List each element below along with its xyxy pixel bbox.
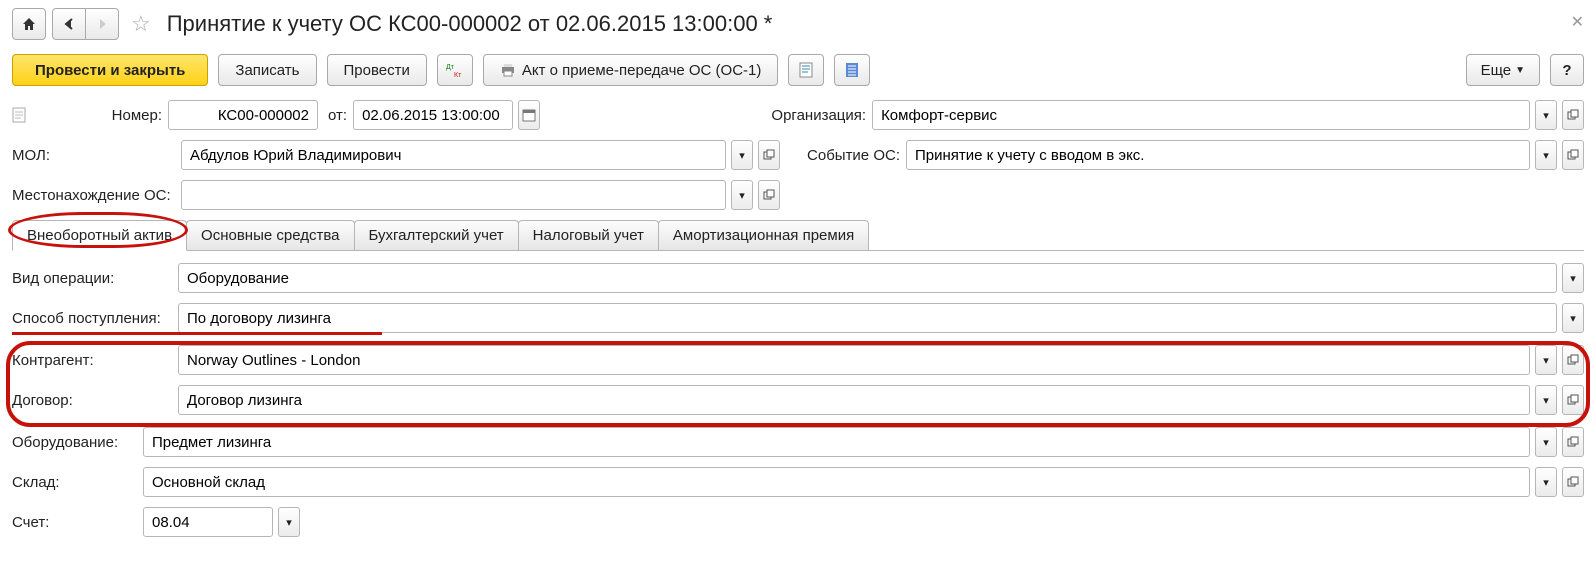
receipt-label: Способ поступления: xyxy=(12,310,172,327)
mol-open-icon[interactable] xyxy=(758,140,780,170)
account-label: Счет: xyxy=(12,514,137,531)
post-button[interactable]: Провести xyxy=(327,54,427,86)
tab-tax[interactable]: Налоговый учет xyxy=(518,220,659,250)
close-icon[interactable]: ✕ xyxy=(1571,12,1584,32)
post-and-close-button[interactable]: Провести и закрыть xyxy=(12,54,208,86)
tab-noncurrent-asset[interactable]: Внеоборотный актив xyxy=(12,220,187,251)
contract-label: Договор: xyxy=(12,392,172,409)
number-label: Номер: xyxy=(32,107,162,124)
store-dropdown-icon[interactable]: ▾ xyxy=(1535,467,1557,497)
org-label: Организация: xyxy=(546,107,866,124)
home-button[interactable] xyxy=(12,8,46,40)
org-input[interactable] xyxy=(872,100,1530,130)
list-icon-button[interactable] xyxy=(834,54,870,86)
date-label: от: xyxy=(328,107,347,124)
event-dropdown-icon[interactable]: ▾ xyxy=(1535,140,1557,170)
svg-text:Дт: Дт xyxy=(446,64,455,71)
equip-dropdown-icon[interactable]: ▾ xyxy=(1535,427,1557,457)
calendar-icon[interactable] xyxy=(518,100,540,130)
contractor-label: Контрагент: xyxy=(12,352,172,369)
location-open-icon[interactable] xyxy=(758,180,780,210)
org-dropdown-icon[interactable]: ▾ xyxy=(1535,100,1557,130)
op-type-label: Вид операции: xyxy=(12,270,172,287)
mol-input[interactable] xyxy=(181,140,726,170)
help-button[interactable]: ? xyxy=(1550,54,1584,86)
event-open-icon[interactable] xyxy=(1562,140,1584,170)
store-label: Склад: xyxy=(12,474,137,491)
event-input[interactable] xyxy=(906,140,1530,170)
event-label: Событие ОС: xyxy=(792,147,900,164)
store-input[interactable] xyxy=(143,467,1530,497)
write-button[interactable]: Записать xyxy=(218,54,316,86)
mol-dropdown-icon[interactable]: ▾ xyxy=(731,140,753,170)
tab-deprec-bonus[interactable]: Амортизационная премия xyxy=(658,220,869,250)
receipt-input[interactable] xyxy=(178,303,1557,333)
org-open-icon[interactable] xyxy=(1562,100,1584,130)
favorite-star-icon[interactable]: ☆ xyxy=(131,11,151,37)
contract-dropdown-icon[interactable]: ▾ xyxy=(1535,385,1557,415)
report-icon-button[interactable] xyxy=(788,54,824,86)
mol-label: МОЛ: xyxy=(12,147,175,164)
tab-bar: Внеоборотный актив Основные средства Бух… xyxy=(12,220,1584,251)
contractor-open-icon[interactable] xyxy=(1562,345,1584,375)
more-button[interactable]: Еще ▼ xyxy=(1466,54,1540,86)
chevron-down-icon: ▼ xyxy=(1515,65,1525,76)
svg-text:Кт: Кт xyxy=(454,72,462,78)
back-button[interactable] xyxy=(52,8,86,40)
number-input[interactable] xyxy=(168,100,318,130)
op-type-dropdown-icon[interactable]: ▾ xyxy=(1562,263,1584,293)
print-button[interactable]: Акт о приеме-передаче ОС (ОС-1) xyxy=(483,54,779,86)
location-label: Местонахождение ОС: xyxy=(12,187,175,204)
contractor-input[interactable] xyxy=(178,345,1530,375)
contract-open-icon[interactable] xyxy=(1562,385,1584,415)
contractor-dropdown-icon[interactable]: ▾ xyxy=(1535,345,1557,375)
location-dropdown-icon[interactable]: ▾ xyxy=(731,180,753,210)
contract-input[interactable] xyxy=(178,385,1530,415)
receipt-dropdown-icon[interactable]: ▾ xyxy=(1562,303,1584,333)
account-dropdown-icon[interactable]: ▾ xyxy=(278,507,300,537)
page-title: Принятие к учету ОС КС00-000002 от 02.06… xyxy=(167,11,773,37)
tab-fixed-assets[interactable]: Основные средства xyxy=(186,220,354,250)
forward-button[interactable] xyxy=(85,8,119,40)
equip-label: Оборудование: xyxy=(12,434,137,451)
store-open-icon[interactable] xyxy=(1562,467,1584,497)
location-input[interactable] xyxy=(181,180,726,210)
account-input[interactable] xyxy=(143,507,273,537)
print-label: Акт о приеме-передаче ОС (ОС-1) xyxy=(522,62,762,79)
op-type-input[interactable] xyxy=(178,263,1557,293)
doc-icon xyxy=(12,107,26,123)
equip-input[interactable] xyxy=(143,427,1530,457)
dr-cr-button[interactable]: ДтКт xyxy=(437,54,473,86)
tab-accounting[interactable]: Бухгалтерский учет xyxy=(354,220,519,250)
date-input[interactable] xyxy=(353,100,513,130)
equip-open-icon[interactable] xyxy=(1562,427,1584,457)
